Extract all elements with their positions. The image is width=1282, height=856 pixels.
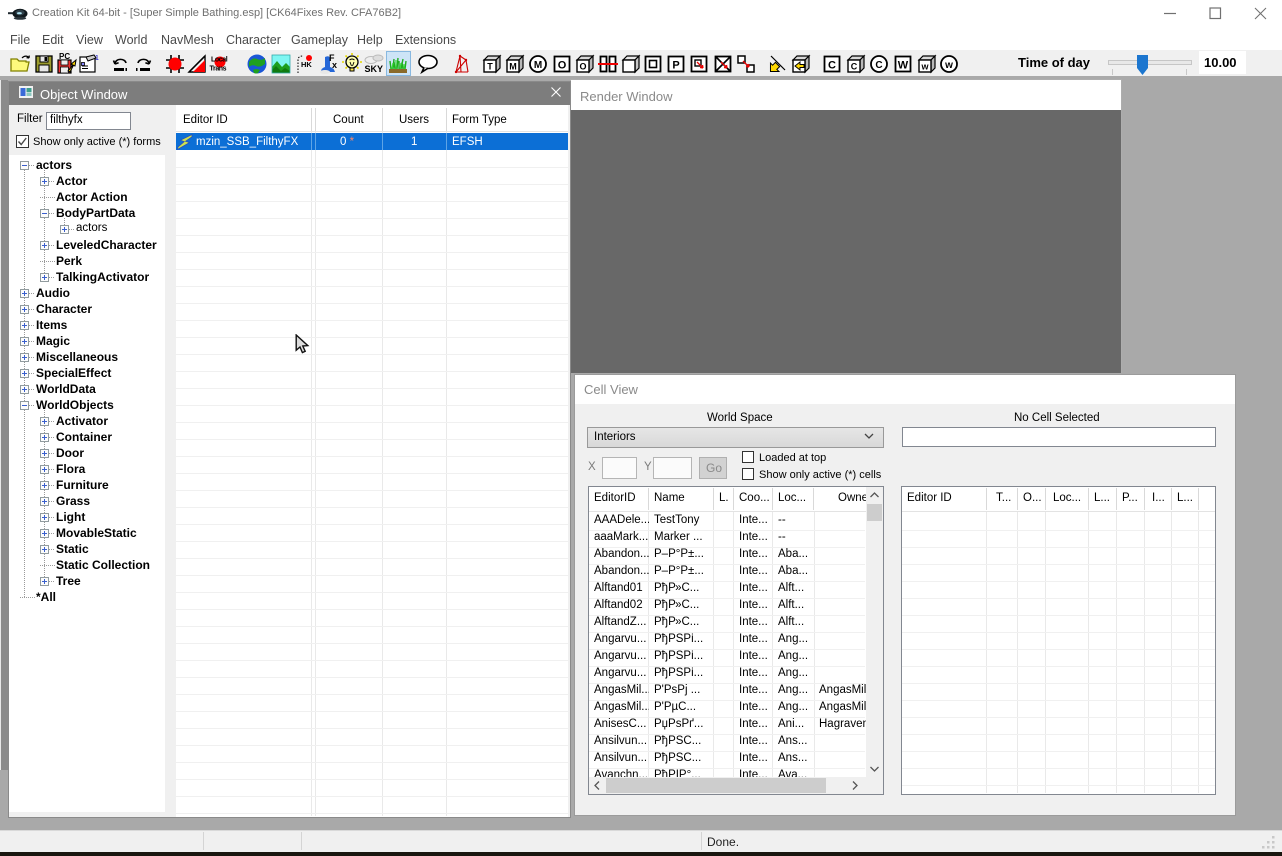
svg-text:O: O bbox=[558, 60, 567, 72]
svg-text:C: C bbox=[828, 60, 836, 72]
svg-text:1: 1 bbox=[95, 55, 99, 62]
svg-text:P: P bbox=[672, 60, 679, 72]
svg-text:M: M bbox=[534, 60, 542, 71]
svg-text:Trans: Trans bbox=[210, 66, 227, 73]
svg-text:C: C bbox=[851, 62, 858, 72]
svg-text:M: M bbox=[509, 62, 517, 72]
svg-text:Local: Local bbox=[211, 57, 228, 64]
svg-text:C: C bbox=[875, 60, 882, 71]
svg-text:O: O bbox=[579, 62, 586, 72]
svg-text:T: T bbox=[487, 62, 493, 72]
svg-text:x: x bbox=[332, 60, 337, 70]
svg-text:HK: HK bbox=[301, 60, 312, 69]
svg-text:w: w bbox=[920, 62, 929, 72]
svg-text:w: w bbox=[944, 60, 953, 71]
svg-text:SKY: SKY bbox=[365, 64, 384, 74]
svg-text:W: W bbox=[898, 60, 909, 72]
